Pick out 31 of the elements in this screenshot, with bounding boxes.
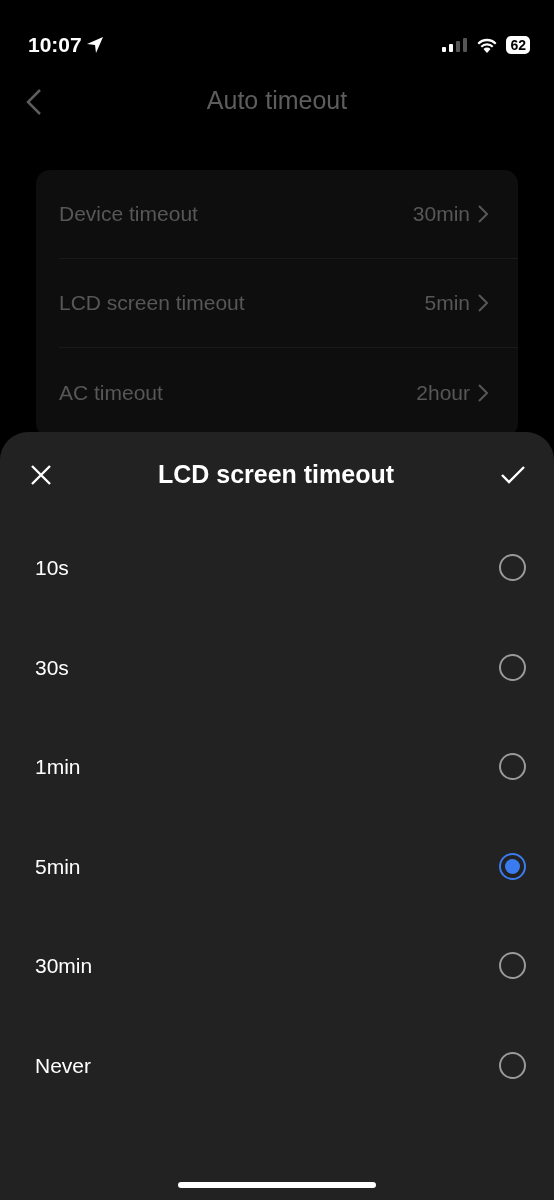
radio-button[interactable] [499,753,526,781]
page-title: Auto timeout [206,85,348,117]
location-arrow-icon [85,36,104,54]
option-label[interactable]: 30s [35,651,69,683]
option-label[interactable]: 10s [35,552,69,584]
status-time: 10:07 [28,32,82,59]
option-label[interactable]: 5min [35,850,81,882]
setting-label: Device timeout [59,201,198,228]
close-icon[interactable] [30,464,52,486]
chevron-right-icon [478,205,488,223]
radio-button[interactable] [499,653,526,681]
option-label[interactable]: Never [35,1049,92,1081]
option-label[interactable]: 30min [35,950,93,982]
checkmark-icon[interactable] [500,465,526,485]
radio-button[interactable] [499,1051,526,1079]
back-icon[interactable] [26,88,42,116]
sheet-title: LCD screen timeout [157,459,395,491]
radio-button[interactable] [499,852,526,880]
radio-button[interactable] [499,554,526,582]
signal-icon [442,38,469,52]
setting-value: 2hour [416,379,470,406]
setting-label: LCD screen timeout [59,290,245,317]
setting-value: 5min [424,290,470,317]
setting-label: AC timeout [59,379,163,406]
radio-button[interactable] [499,952,526,980]
option-label[interactable]: 1min [35,751,81,783]
setting-value: 30min [412,201,470,228]
battery-level: 62 [506,36,530,54]
chevron-right-icon [478,294,488,312]
wifi-icon [476,37,499,53]
chevron-right-icon [478,383,488,402]
